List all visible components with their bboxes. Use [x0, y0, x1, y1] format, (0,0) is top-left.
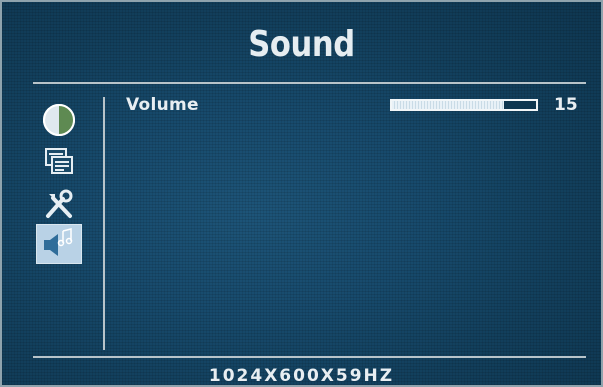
osd-menu: Sound Volume 15 1024X600X59HZ — [0, 0, 603, 387]
footer-divider — [33, 356, 586, 358]
menu-title: Sound — [248, 24, 355, 65]
volume-label: Volume — [126, 95, 199, 115]
menu-tab-sound[interactable] — [36, 224, 82, 264]
tools-icon — [46, 189, 73, 218]
image-setup-icon — [45, 148, 73, 174]
volume-slider[interactable] — [390, 99, 538, 111]
menu-tab-image-setup[interactable] — [37, 142, 81, 180]
sidebar-divider — [103, 97, 105, 350]
speaker-music-icon — [44, 228, 73, 256]
contrast-icon — [43, 104, 75, 136]
menu-tab-picture[interactable] — [37, 101, 81, 139]
resolution-readout: 1024X600X59HZ — [208, 366, 395, 386]
volume-slider-fill — [392, 101, 505, 109]
menu-tab-tools[interactable] — [37, 185, 81, 223]
title-divider — [33, 82, 586, 84]
volume-value: 15 — [554, 95, 578, 115]
